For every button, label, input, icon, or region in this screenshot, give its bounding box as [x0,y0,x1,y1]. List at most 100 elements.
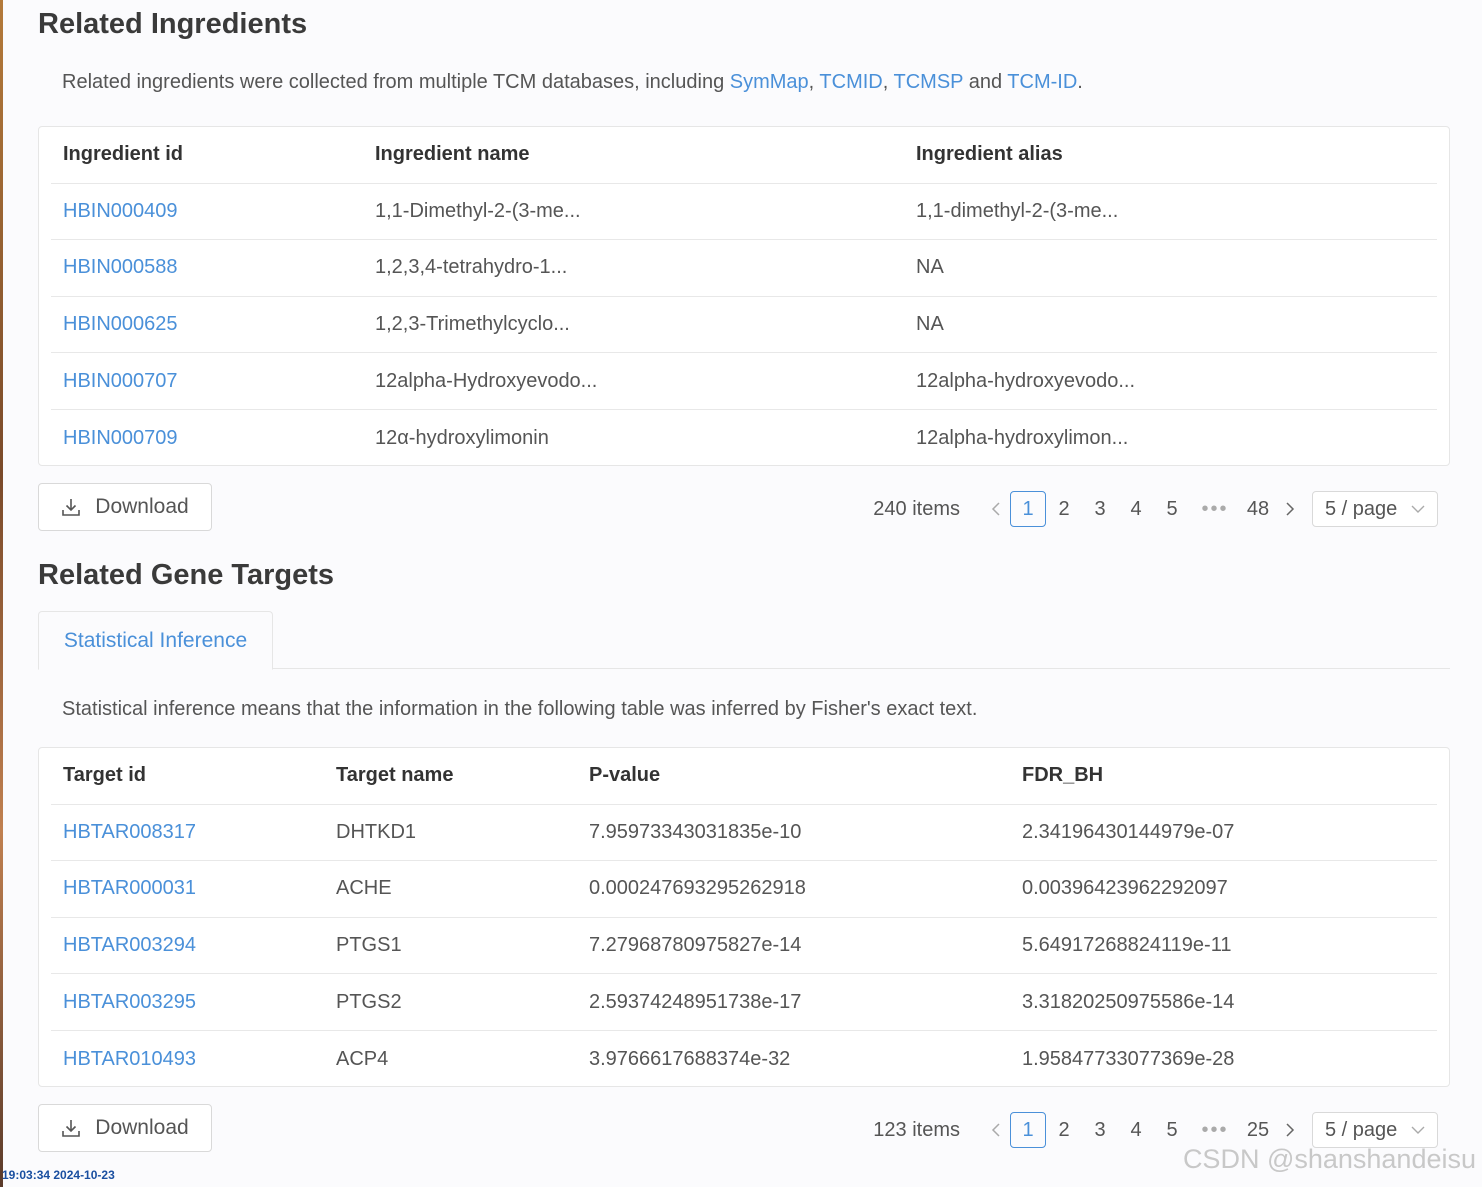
page-2-button[interactable]: 2 [1046,491,1082,527]
p-value: 0.000247693295262918 [589,877,806,900]
table-row: HBTAR000031 ACHE 0.000247693295262918 0.… [51,861,1437,918]
download-icon [62,499,81,516]
table-row: HBIN000588 1,2,3,4-tetrahydro-1... NA [51,240,1437,297]
fdr-bh: 3.31820250975586e-14 [1022,990,1235,1013]
more-pages-button[interactable]: ••• [1190,491,1240,527]
targets-tab-bar: Statistical Inference [38,611,1450,670]
page-4-button[interactable]: 4 [1118,491,1154,527]
p-value: 3.9766617688374e-32 [589,1047,791,1070]
p-value: 2.59374248951738e-17 [589,990,802,1013]
link-tcm-id[interactable]: TCM-ID [1007,71,1077,93]
table-row: HBIN000707 12alpha-Hydroxyevodo... 12alp… [51,353,1437,410]
link-tcmsp[interactable]: TCMSP [894,71,964,93]
targets-pagination: 123 items 1 2 3 4 5 ••• 25 5 / page [873,1112,1438,1148]
ingredients-title: Related Ingredients [38,8,308,40]
ingredients-description: Related ingredients were collected from … [62,71,1083,93]
column-header-p-value: P-value [589,764,661,787]
column-header-ingredient-alias: Ingredient alias [916,143,1063,166]
chevron-left-icon [991,1123,1000,1137]
table-row: HBIN000709 12α-hydroxylimonin 12alpha-hy… [51,410,1437,467]
target-id-link[interactable]: HBTAR003294 [63,918,196,974]
chevron-down-icon [1411,1126,1425,1134]
tab-statistical-inference[interactable]: Statistical Inference [38,611,273,670]
page-5-button[interactable]: 5 [1154,491,1190,527]
ingredient-name: 1,2,3,4-tetrahydro-1... [375,256,568,279]
ingredient-name: 12α-hydroxylimonin [375,426,549,449]
page-3-button[interactable]: 3 [1082,491,1118,527]
table-row: HBTAR003295 PTGS2 2.59374248951738e-17 3… [51,974,1437,1031]
timestamp-overlay: 19:03:34 2024-10-23 [2,1168,115,1182]
ingredient-alias: 1,1-dimethyl-2-(3-me... [916,199,1119,222]
ingredient-id-link[interactable]: HBIN000707 [63,353,178,409]
watermark: CSDN @shanshandeisu [1182,1144,1476,1174]
column-header-target-name: Target name [336,764,454,787]
ingredient-alias: NA [916,313,944,336]
ingredients-table: Ingredient id Ingredient name Ingredient… [38,126,1450,466]
targets-description: Statistical inference means that the inf… [62,698,978,720]
targets-title: Related Gene Targets [38,559,335,591]
ingredient-id-link[interactable]: HBIN000588 [63,240,178,296]
p-value: 7.95973343031835e-10 [589,820,802,843]
ingredient-alias: NA [916,256,944,279]
link-symmap[interactable]: SymMap [730,71,809,93]
table-row: HBTAR008317 DHTKD1 7.95973343031835e-10 … [51,805,1437,862]
table-row: HBTAR010493 ACP4 3.9766617688374e-32 1.9… [51,1031,1437,1088]
ingredient-id-link[interactable]: HBIN000409 [63,184,178,240]
total-items: 123 items [873,1118,960,1141]
next-page-button[interactable] [1276,491,1304,527]
targets-download-button[interactable]: Download [38,1104,212,1152]
ingredient-name: 1,2,3-Trimethylcyclo... [375,313,570,336]
ingredient-name: 1,1-Dimethyl-2-(3-me... [375,199,581,222]
fdr-bh: 0.00396423962292097 [1022,877,1228,900]
column-header-ingredient-name: Ingredient name [375,143,530,166]
next-page-button[interactable] [1276,1112,1304,1148]
fdr-bh: 1.95847733077369e-28 [1022,1047,1235,1070]
ingredient-name: 12alpha-Hydroxyevodo... [375,369,598,392]
target-name: DHTKD1 [336,820,417,843]
table-row: HBTAR003294 PTGS1 7.27968780975827e-14 5… [51,918,1437,975]
page-size-select[interactable]: 5 / page [1312,491,1438,527]
chevron-down-icon [1411,505,1425,513]
p-value: 7.27968780975827e-14 [589,934,802,957]
table-row: HBIN000409 1,1-Dimethyl-2-(3-me... 1,1-d… [51,184,1437,241]
chevron-right-icon [1286,1123,1295,1137]
page-3-button[interactable]: 3 [1082,1112,1118,1148]
table-header-row: Target id Target name P-value FDR_BH [51,748,1437,805]
ingredient-alias: 12alpha-hydroxyevodo... [916,369,1136,392]
fdr-bh: 5.64917268824119e-11 [1022,934,1232,957]
column-header-target-id: Target id [63,764,146,787]
total-items: 240 items [873,497,960,520]
page-last-button[interactable]: 25 [1240,1112,1276,1148]
ingredients-pagination: 240 items 1 2 3 4 5 ••• 48 5 / page [873,491,1438,527]
chevron-left-icon [991,502,1000,516]
table-header-row: Ingredient id Ingredient name Ingredient… [51,127,1437,184]
column-header-ingredient-id: Ingredient id [63,143,183,166]
target-name: ACP4 [336,1047,389,1070]
page-last-button[interactable]: 48 [1240,491,1276,527]
target-name: ACHE [336,877,392,900]
chevron-right-icon [1286,502,1295,516]
ingredient-id-link[interactable]: HBIN000709 [63,410,178,467]
target-id-link[interactable]: HBTAR008317 [63,805,196,861]
page-1-button[interactable]: 1 [1010,491,1046,527]
page-1-button[interactable]: 1 [1010,1112,1046,1148]
page-size-select[interactable]: 5 / page [1312,1112,1438,1148]
page-5-button[interactable]: 5 [1154,1112,1190,1148]
prev-page-button[interactable] [982,1112,1010,1148]
more-pages-button[interactable]: ••• [1190,1112,1240,1148]
download-icon [62,1120,81,1137]
ingredient-id-link[interactable]: HBIN000625 [63,297,178,353]
target-id-link[interactable]: HBTAR010493 [63,1031,196,1088]
window-edge [0,0,3,1187]
column-header-fdr-bh: FDR_BH [1022,764,1104,787]
target-name: PTGS1 [336,934,402,957]
page-4-button[interactable]: 4 [1118,1112,1154,1148]
target-id-link[interactable]: HBTAR003295 [63,974,196,1030]
page-2-button[interactable]: 2 [1046,1112,1082,1148]
link-tcmid[interactable]: TCMID [819,71,882,93]
prev-page-button[interactable] [982,491,1010,527]
fdr-bh: 2.34196430144979e-07 [1022,820,1235,843]
ingredients-download-button[interactable]: Download [38,483,212,531]
targets-table: Target id Target name P-value FDR_BH HBT… [38,747,1450,1087]
target-id-link[interactable]: HBTAR000031 [63,861,196,917]
